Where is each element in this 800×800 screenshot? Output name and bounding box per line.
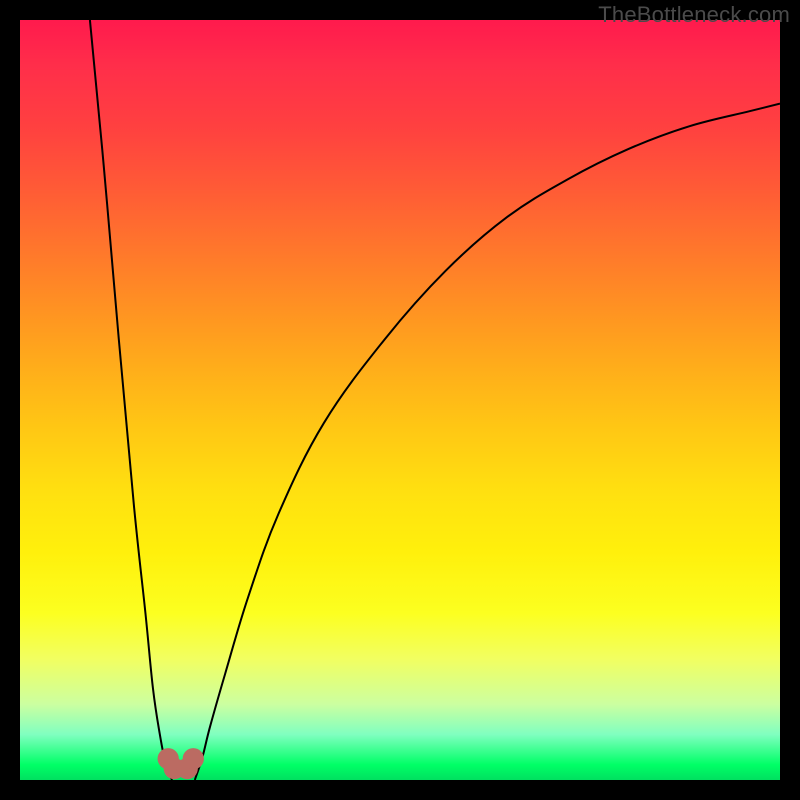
curve-right: [195, 104, 780, 780]
plot-area: [20, 20, 780, 780]
curves-svg: [20, 20, 780, 780]
chart-frame: TheBottleneck.com: [0, 0, 800, 800]
attribution-text: TheBottleneck.com: [598, 2, 790, 28]
trough-marker: [183, 748, 204, 769]
curve-left: [90, 20, 172, 780]
